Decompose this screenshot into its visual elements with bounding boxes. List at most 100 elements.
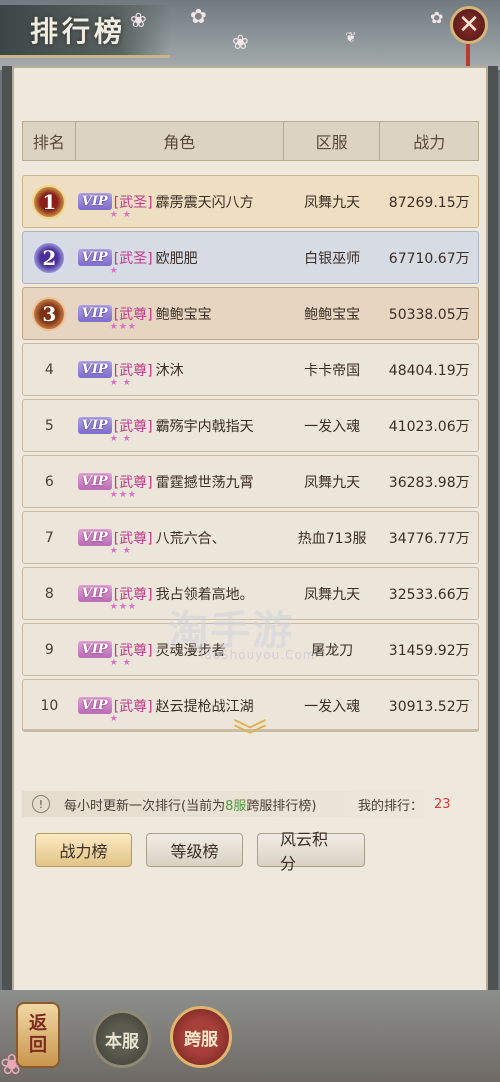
rank-number: 4	[44, 361, 54, 378]
vip-badge: VIP	[77, 529, 112, 546]
rank-number: 8	[44, 585, 54, 602]
vip-badge: VIP	[77, 641, 112, 658]
header-server: 区服	[284, 122, 381, 160]
rank-cell: 1	[23, 176, 76, 227]
player-name: 沐沐	[155, 362, 184, 379]
role-cell: VIP [武圣] 霹雳震天闪八方 ★ ★	[76, 176, 284, 227]
role-cell: VIP [武圣] 欧肥肥 ★	[76, 232, 284, 283]
chevron-down-icon[interactable]: ︾	[230, 720, 270, 754]
player-name: 赵云提枪战江湖	[155, 698, 254, 715]
rank-title-badge: [武圣]	[113, 194, 153, 211]
vip-badge: VIP	[77, 361, 112, 378]
star-icons: ★★★	[109, 322, 137, 332]
table-row[interactable]: 3 VIP [武尊] 鲍鲍宝宝 ★★★ 鲍鲍宝宝 50338.05万	[22, 287, 479, 340]
player-name: 雷霆撼世荡九霄	[155, 474, 254, 491]
star-icons: ★ ★	[109, 658, 132, 668]
bottom-background	[0, 990, 500, 1082]
close-icon: ✕	[458, 10, 480, 40]
ranking-table: 排名 角色 区服 战力 1 VIP [武圣] 霹雳震天闪八方 ★ ★ 凤舞九天 …	[22, 121, 479, 732]
panel-edge-left	[2, 66, 12, 1016]
role-cell: VIP [武尊] 雷霆撼世荡九霄 ★★★	[76, 456, 284, 507]
update-info-bar: ! 每小时更新一次排行(当前为8服跨服排行榜) 我的排行： 23	[22, 791, 479, 817]
vip-badge: VIP	[77, 697, 112, 714]
server-cell: 凤舞九天	[304, 586, 361, 603]
rank-title-badge: [武尊]	[113, 418, 153, 435]
star-icons: ★ ★	[109, 210, 132, 220]
power-cell: 67710.67万	[388, 250, 470, 267]
page-title: 排行榜	[30, 15, 127, 48]
vip-badge: VIP	[77, 193, 112, 210]
cross-server-tab[interactable]: 跨服	[170, 1006, 232, 1068]
my-rank-label: 我的排行：	[358, 798, 424, 814]
info-text-part: 每小时更新一次排行(当前为	[64, 798, 226, 814]
power-cell: 48404.19万	[388, 362, 470, 379]
rank-cell: 2	[23, 232, 76, 283]
server-cell: 鲍鲍宝宝	[304, 306, 361, 323]
rank-number: 5	[44, 417, 54, 434]
star-icons: ★★★	[109, 602, 137, 612]
server-cell: 热血713服	[297, 530, 367, 547]
server-cell: 白银巫师	[304, 250, 361, 267]
flower-decoration-icon: ✿	[430, 8, 444, 27]
rank-title-badge: [武尊]	[113, 306, 153, 323]
vip-badge: VIP	[77, 585, 112, 602]
ranking-tabs: 战力榜 等级榜 风云积分	[35, 830, 365, 873]
server-cell: 一发入魂	[304, 698, 361, 715]
rank-cell: 3	[23, 288, 76, 339]
info-text-part: 跨服排行榜)	[246, 798, 317, 814]
vip-badge: VIP	[77, 249, 112, 266]
table-row[interactable]: 7 VIP [武尊] 八荒六合、 ★ ★ 热血713服 34776.77万	[22, 511, 479, 564]
star-icons: ★ ★	[109, 546, 132, 556]
rank-title-badge: [武圣]	[113, 250, 153, 267]
rank-number: 10	[40, 697, 59, 714]
player-name: 八荒六合、	[155, 530, 226, 547]
tassel-decoration	[466, 44, 470, 68]
power-cell: 32533.66万	[388, 586, 470, 603]
role-cell: VIP [武尊] 八荒六合、 ★ ★	[76, 512, 284, 563]
flower-decoration-icon: ✿	[190, 4, 207, 28]
server-cell: 卡卡帝国	[304, 362, 361, 379]
table-row[interactable]: 4 VIP [武尊] 沐沐 ★ ★ 卡卡帝国 48404.19万	[22, 343, 479, 396]
power-cell: 34776.77万	[388, 530, 470, 547]
player-name: 鲍鲍宝宝	[155, 306, 212, 323]
star-icons: ★★★	[109, 490, 137, 500]
close-button[interactable]: ✕	[450, 6, 488, 44]
local-server-tab[interactable]: 本服	[93, 1010, 151, 1068]
back-label-top: 返	[29, 1013, 47, 1034]
rank-title-badge: [武尊]	[113, 698, 153, 715]
star-icons: ★ ★	[109, 378, 132, 388]
star-icons: ★	[109, 714, 119, 724]
role-cell: VIP [武尊] 沐沐 ★ ★	[76, 344, 284, 395]
power-cell: 50338.05万	[388, 306, 470, 323]
server-cell: 凤舞九天	[304, 194, 361, 211]
tab-fengyun-points[interactable]: 风云积分	[257, 830, 365, 873]
player-name: 霸殇宇内戟指天	[155, 418, 254, 435]
power-cell: 30913.52万	[388, 698, 470, 715]
player-name: 欧肥肥	[155, 250, 198, 267]
vip-badge: VIP	[77, 417, 112, 434]
star-icons: ★ ★	[109, 434, 132, 444]
tab-level-ranking[interactable]: 等级榜	[146, 833, 243, 867]
petal-decoration-icon: ❦	[345, 30, 357, 46]
server-cell: 一发入魂	[304, 418, 361, 435]
watermark-subtext: TaoShouyou.Com	[198, 648, 316, 662]
info-icon: !	[32, 795, 50, 813]
back-button[interactable]: 返 回	[16, 1002, 60, 1068]
table-row[interactable]: 5 VIP [武尊] 霸殇宇内戟指天 ★ ★ 一发入魂 41023.06万	[22, 399, 479, 452]
table-row[interactable]: 2 VIP [武圣] 欧肥肥 ★ 白银巫师 67710.67万	[22, 231, 479, 284]
role-cell: VIP [武尊] 鲍鲍宝宝 ★★★	[76, 288, 284, 339]
rank-title-badge: [武尊]	[113, 474, 153, 491]
current-server-highlight: 8服	[225, 798, 247, 814]
tab-power-ranking[interactable]: 战力榜	[35, 833, 132, 867]
update-info-text: 每小时更新一次排行(当前为8服跨服排行榜)	[64, 795, 316, 814]
panel-edge-right	[488, 66, 498, 1016]
back-label-bottom: 回	[29, 1035, 47, 1056]
rank-title-badge: [武尊]	[113, 642, 153, 659]
table-row[interactable]: 6 VIP [武尊] 雷霆撼世荡九霄 ★★★ 凤舞九天 36283.98万	[22, 455, 479, 508]
bronze-medal-icon: 3	[32, 296, 67, 331]
rank-title-badge: [武尊]	[113, 362, 153, 379]
table-row[interactable]: 1 VIP [武圣] 霹雳震天闪八方 ★ ★ 凤舞九天 87269.15万	[22, 175, 479, 228]
power-cell: 41023.06万	[388, 418, 470, 435]
star-icons: ★	[109, 266, 119, 276]
role-cell: VIP [武尊] 霸殇宇内戟指天 ★ ★	[76, 400, 284, 451]
